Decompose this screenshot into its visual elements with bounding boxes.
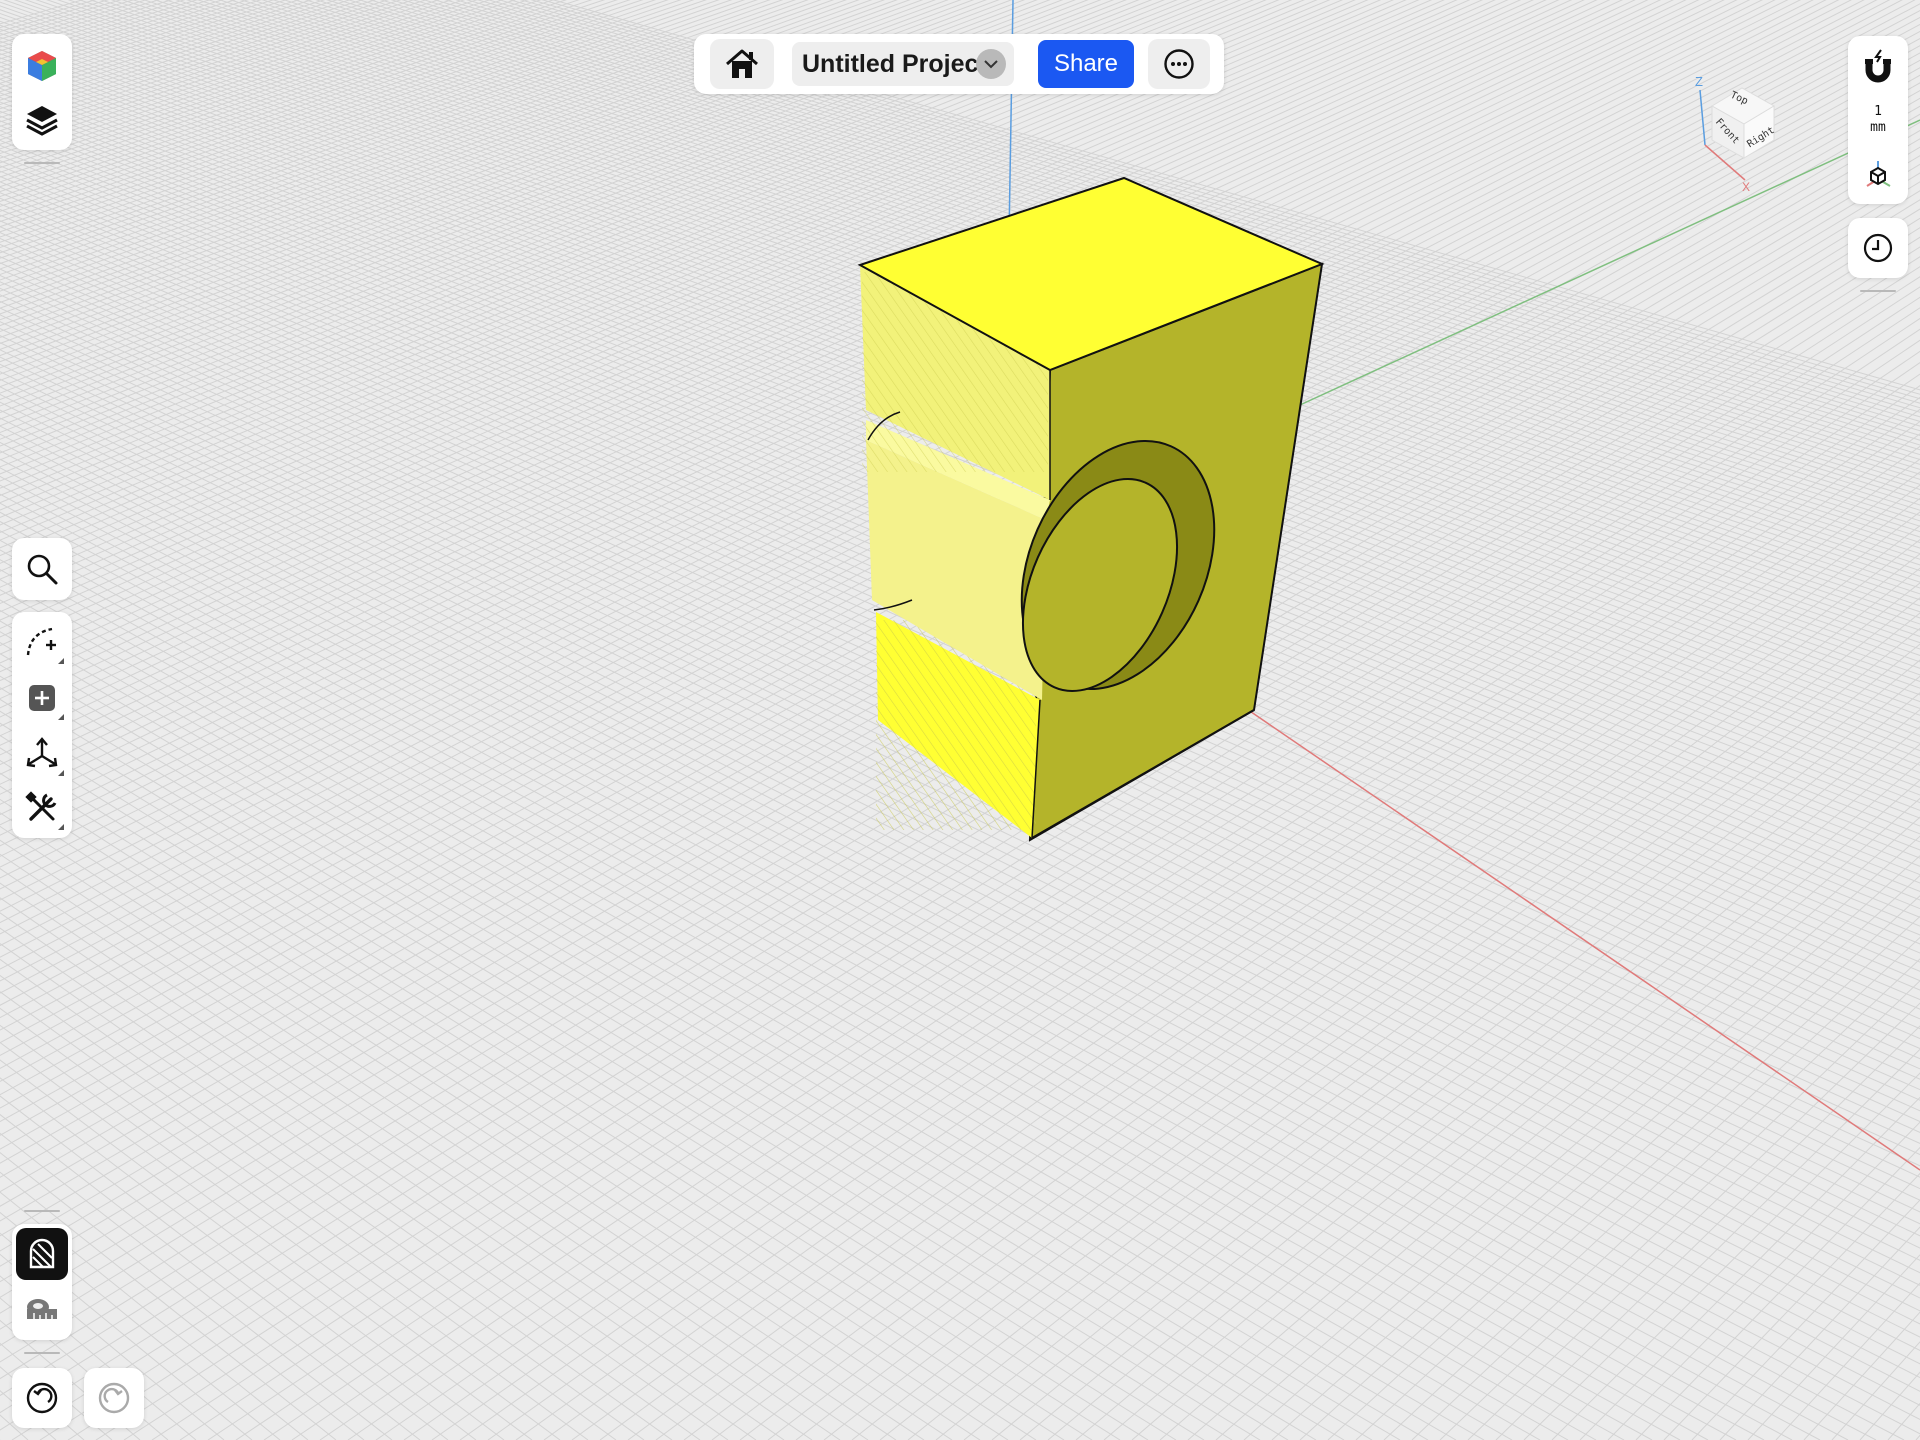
y-axis-line xyxy=(1299,119,1920,406)
more-options-button[interactable] xyxy=(1148,39,1210,89)
sketch-icon xyxy=(26,627,56,656)
app-logo-icon xyxy=(28,51,56,81)
display-panel xyxy=(12,1224,72,1340)
tools-button[interactable] xyxy=(14,780,70,836)
view-cube[interactable]: Z X Top Front Right xyxy=(1690,70,1800,194)
undo-button[interactable] xyxy=(14,1370,70,1426)
transform-icon xyxy=(26,737,58,768)
tools-panel xyxy=(12,612,72,838)
measure-button[interactable] xyxy=(14,1282,70,1338)
left-bottom-separator-top xyxy=(24,1210,60,1212)
left-bottom-separator-bottom xyxy=(24,1352,60,1354)
project-title: Untitled Project xyxy=(802,50,987,78)
tools-icon xyxy=(25,791,57,821)
project-dropdown-button[interactable] xyxy=(976,49,1006,79)
search-button[interactable] xyxy=(14,541,70,597)
history-panel xyxy=(1848,218,1908,278)
search-icon xyxy=(27,554,58,585)
home-icon xyxy=(726,49,758,78)
render-mode-icon xyxy=(29,1238,55,1269)
search-panel xyxy=(12,538,72,600)
share-button[interactable]: Share xyxy=(1038,40,1134,88)
view-cube-axis-z: Z xyxy=(1695,74,1703,89)
add-primitive-button[interactable] xyxy=(14,670,70,726)
left-top-panel xyxy=(12,34,72,150)
right-separator xyxy=(1860,290,1896,292)
snap-button[interactable] xyxy=(1850,38,1906,94)
sketch-button[interactable] xyxy=(14,614,70,670)
project-title-field[interactable]: Untitled Project xyxy=(792,42,1014,86)
snap-magnet-icon xyxy=(1865,49,1891,83)
left-top-separator xyxy=(24,162,60,164)
grid-size-value: 1 xyxy=(1874,104,1882,119)
grid-size-button[interactable]: 1 mm xyxy=(1848,94,1908,146)
history-icon xyxy=(1863,233,1893,263)
more-options-icon xyxy=(1164,49,1194,79)
top-bar: Untitled Project Share xyxy=(694,34,1224,94)
history-button[interactable] xyxy=(1850,220,1906,276)
view-cube-axis-x: X xyxy=(1742,180,1751,194)
viewport-canvas xyxy=(0,0,1920,1440)
measure-tape-icon xyxy=(27,1299,57,1319)
redo-icon xyxy=(98,1382,130,1414)
chevron-down-icon xyxy=(984,60,998,69)
axes-icon xyxy=(1866,161,1891,187)
layers-icon xyxy=(26,106,58,136)
right-top-panel: 1 mm xyxy=(1848,36,1908,204)
add-icon xyxy=(29,685,55,711)
yellow-block-model[interactable] xyxy=(857,176,1325,842)
layers-button[interactable] xyxy=(14,92,70,148)
axes-button[interactable] xyxy=(1850,146,1906,202)
transform-button[interactable] xyxy=(14,726,70,782)
app-logo-button[interactable] xyxy=(14,38,70,94)
undo-icon xyxy=(26,1382,58,1414)
redo-button[interactable] xyxy=(86,1370,142,1426)
grid-size-unit: mm xyxy=(1870,120,1886,135)
render-mode-button[interactable] xyxy=(16,1228,68,1280)
redo-panel xyxy=(84,1368,144,1428)
home-button[interactable] xyxy=(710,39,774,89)
undo-panel xyxy=(12,1368,72,1428)
3d-viewport[interactable] xyxy=(0,0,1920,1440)
